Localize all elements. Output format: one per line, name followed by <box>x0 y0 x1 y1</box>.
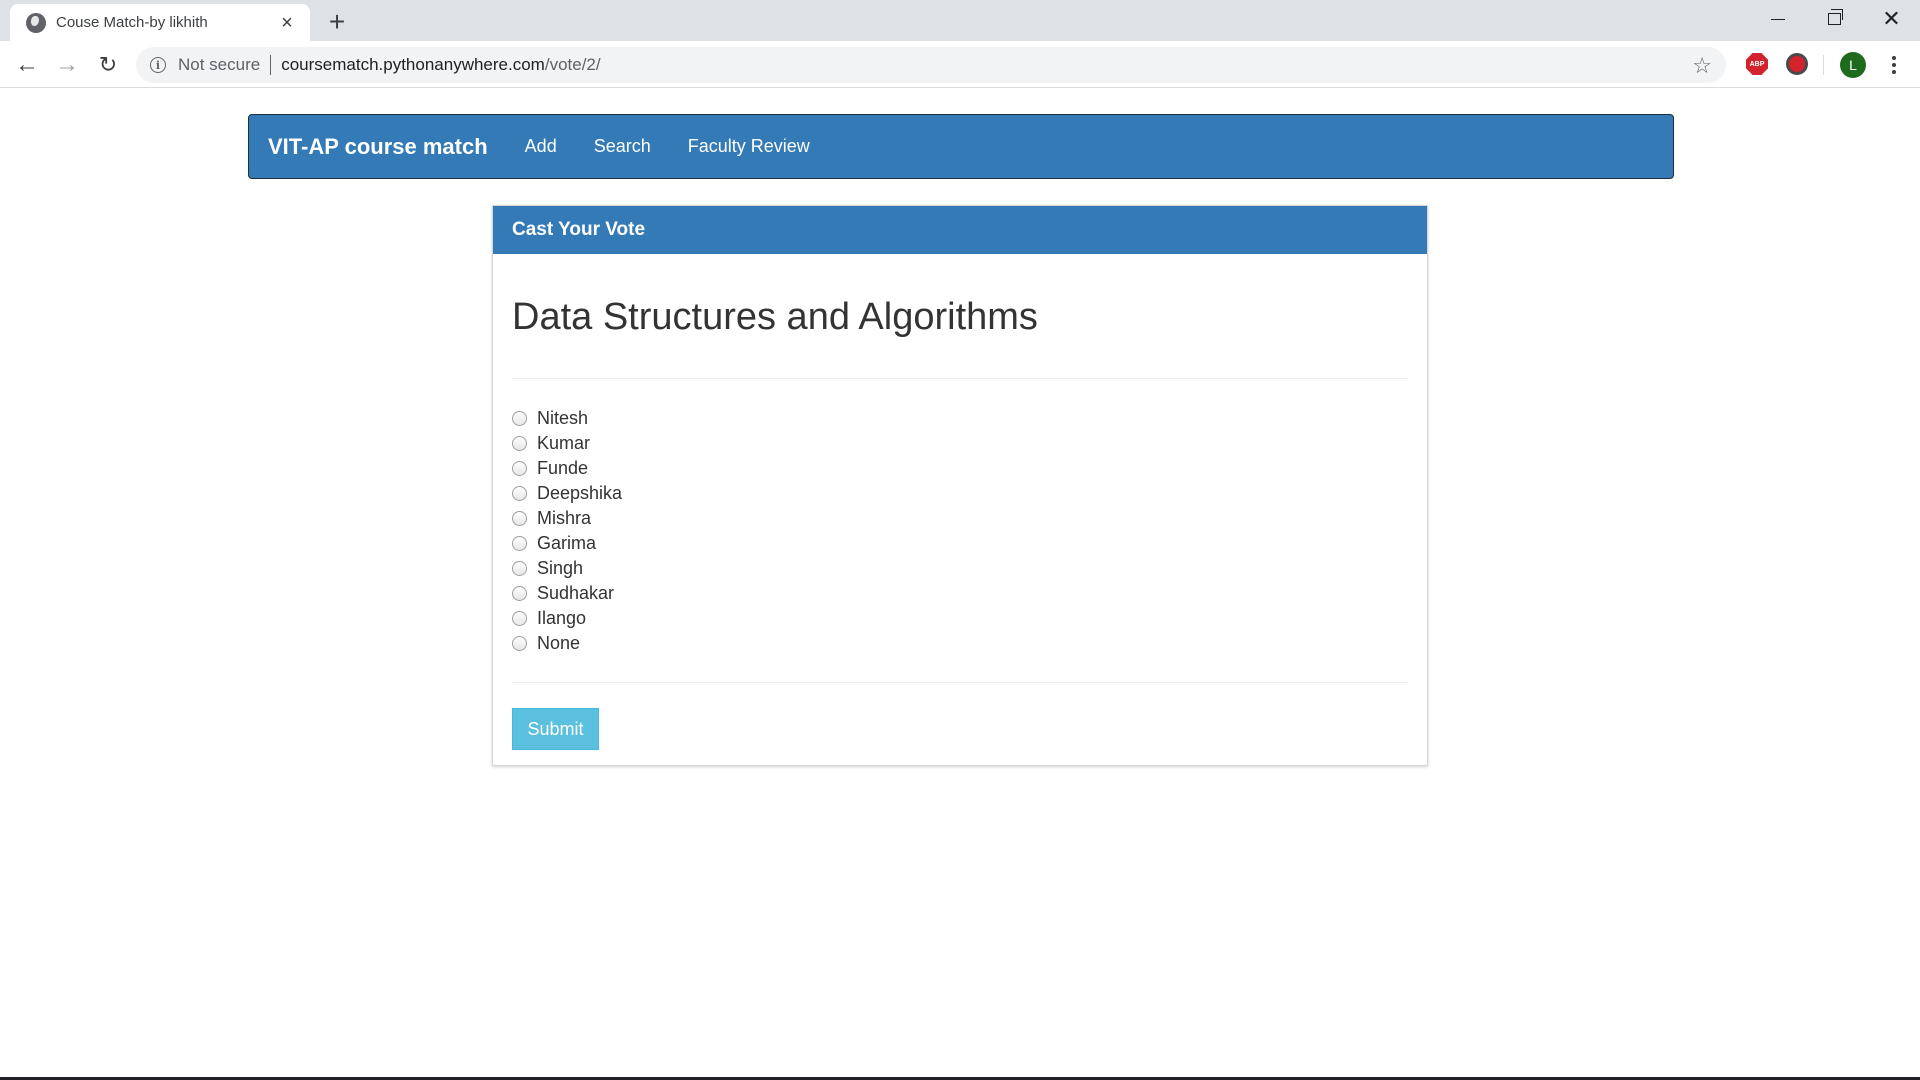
address-bar[interactable]: i Not secure coursematch.pythonanywhere.… <box>136 47 1726 83</box>
choice-label: Ilango <box>537 608 587 628</box>
url-host: coursematch.pythonanywhere.com <box>281 55 545 74</box>
choice-label: Funde <box>537 458 589 478</box>
nav-link-search[interactable]: Search <box>594 136 651 157</box>
choice-option[interactable]: Funde <box>512 456 1408 481</box>
tab-title: Couse Match-by likhith <box>56 14 208 31</box>
choice-option[interactable]: Deepshika <box>512 481 1408 506</box>
choice-label: None <box>537 633 581 653</box>
nav-link-add[interactable]: Add <box>525 136 557 157</box>
choice-label: Deepshika <box>537 483 623 503</box>
browser-tab[interactable]: Couse Match-by likhith × <box>10 4 310 41</box>
profile-avatar[interactable]: L <box>1840 52 1866 78</box>
address-separator <box>270 55 272 75</box>
nav-link-faculty-review[interactable]: Faculty Review <box>688 136 810 157</box>
choice-label: Kumar <box>537 433 591 453</box>
choice-label: Nitesh <box>537 408 589 428</box>
radio-button[interactable] <box>512 436 527 451</box>
site-navbar: VIT-AP course match Add Search Faculty R… <box>248 114 1674 179</box>
restore-icon <box>1828 9 1843 25</box>
choice-label: Singh <box>537 558 584 578</box>
submit-button[interactable]: Submit <box>512 708 599 750</box>
globe-icon <box>26 12 46 33</box>
radio-button[interactable] <box>512 511 527 526</box>
divider <box>512 378 1408 379</box>
radio-button[interactable] <box>512 536 527 551</box>
choice-option[interactable]: None <box>512 631 1408 656</box>
choice-label: Mishra <box>537 508 592 528</box>
bookmark-star-icon[interactable]: ☆ <box>1692 53 1712 79</box>
choice-label: Garima <box>537 533 597 553</box>
choice-option[interactable]: Garima <box>512 531 1408 556</box>
radio-button[interactable] <box>512 561 527 576</box>
choice-option[interactable]: Nitesh <box>512 406 1408 431</box>
close-window-button[interactable]: ✕ <box>1863 0 1920 38</box>
divider <box>512 682 1408 683</box>
adblock-icon[interactable]: ABP <box>1746 53 1768 75</box>
minimize-icon <box>1770 18 1785 20</box>
forward-button[interactable]: → <box>51 49 83 81</box>
choice-option[interactable]: Singh <box>512 556 1408 581</box>
url-path: /vote/2/ <box>544 55 601 74</box>
minimize-button[interactable] <box>1749 0 1806 38</box>
choice-label: Sudhakar <box>537 583 615 603</box>
record-icon[interactable] <box>1786 53 1808 75</box>
browser-toolbar: ← → ↻ i Not secure coursematch.pythonany… <box>0 41 1920 88</box>
radio-button[interactable] <box>512 461 527 476</box>
radio-button[interactable] <box>512 586 527 601</box>
browser-tabstrip: Couse Match-by likhith × + ✕ <box>0 0 1920 41</box>
vote-panel: Cast Your Vote Data Structures and Algor… <box>492 205 1428 766</box>
restore-button[interactable] <box>1806 0 1863 38</box>
radio-button[interactable] <box>512 611 527 626</box>
choice-option[interactable]: Sudhakar <box>512 581 1408 606</box>
course-title: Data Structures and Algorithms <box>512 296 1038 338</box>
new-tab-button[interactable]: + <box>323 8 351 36</box>
radio-button[interactable] <box>512 411 527 426</box>
security-label: Not secure <box>178 55 261 74</box>
info-icon[interactable]: i <box>150 57 166 73</box>
choice-option[interactable]: Kumar <box>512 431 1408 456</box>
choice-option[interactable]: Ilango <box>512 606 1408 631</box>
browser-menu-icon[interactable] <box>1884 51 1904 79</box>
reload-button[interactable]: ↻ <box>92 49 124 81</box>
panel-body: Data Structures and Algorithms Nitesh Ku… <box>493 295 1427 750</box>
back-button[interactable]: ← <box>11 49 43 81</box>
choice-option[interactable]: Mishra <box>512 506 1408 531</box>
toolbar-divider <box>1823 55 1824 75</box>
panel-heading: Cast Your Vote <box>493 206 1427 254</box>
site-brand[interactable]: VIT-AP course match <box>268 134 488 160</box>
radio-button[interactable] <box>512 636 527 651</box>
radio-button[interactable] <box>512 486 527 501</box>
close-tab-icon[interactable]: × <box>278 13 296 33</box>
choice-list: Nitesh Kumar Funde Deepshika Mishra Gari… <box>512 406 1408 656</box>
window-controls: ✕ <box>1749 0 1920 41</box>
